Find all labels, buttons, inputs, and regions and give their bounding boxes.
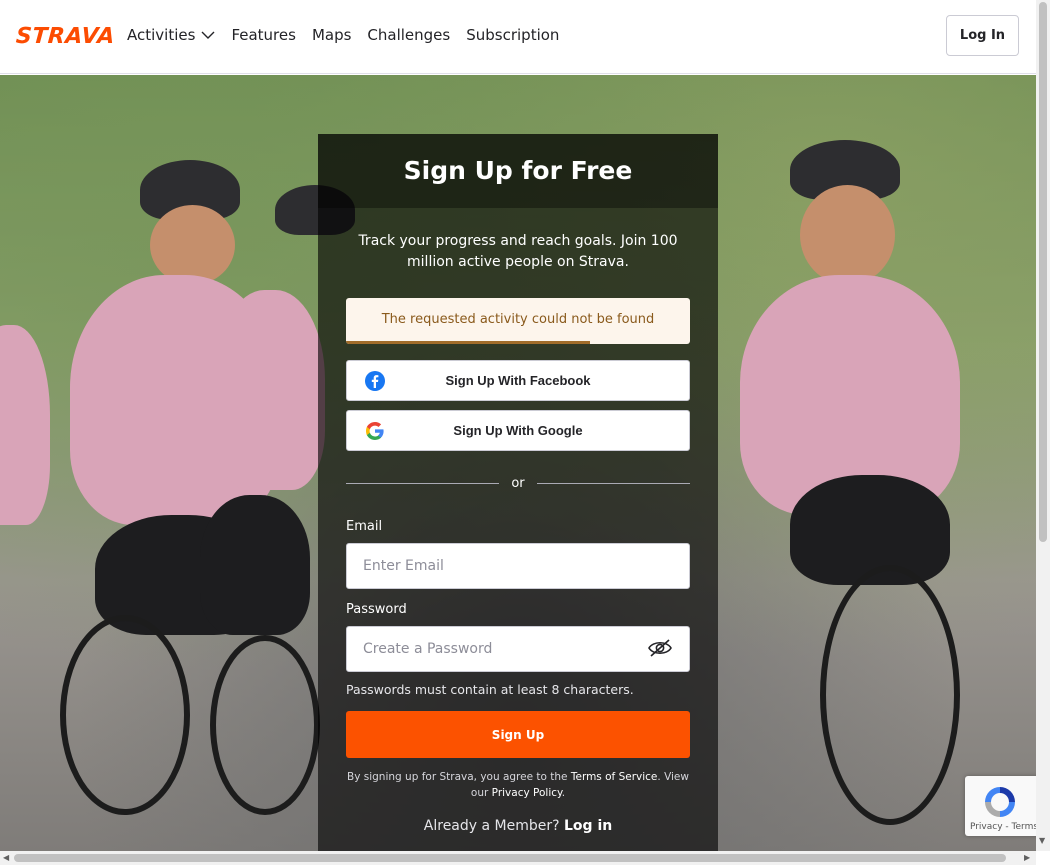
password-hint: Passwords must contain at least 8 charac… (346, 682, 634, 697)
google-signup-label: Sign Up With Google (453, 423, 583, 438)
signup-title: Sign Up for Free (318, 134, 718, 208)
email-field[interactable] (346, 543, 690, 589)
header-login-button[interactable]: Log In (946, 15, 1019, 56)
main-nav: Activities Features Maps Challenges Subs… (127, 24, 575, 46)
horizontal-scrollbar[interactable]: ◀ ▶ (0, 851, 1036, 865)
error-alert-text: The requested activity could not be foun… (381, 312, 655, 327)
signup-tagline: Track your progress and reach goals. Joi… (358, 233, 678, 270)
password-label: Password (346, 602, 407, 617)
nav-item-maps[interactable]: Maps (312, 24, 351, 46)
facebook-icon (365, 371, 385, 391)
terms-link[interactable]: Terms of Service (571, 771, 658, 783)
rider-face (800, 185, 895, 285)
rider-face (150, 205, 235, 285)
error-alert: The requested activity could not be foun… (346, 298, 690, 344)
login-link[interactable]: Log in (564, 818, 612, 834)
top-nav-bar: STRAVA Activities Features Maps Challeng… (0, 0, 1036, 74)
recaptcha-privacy-link[interactable]: Privacy (970, 822, 1003, 832)
facebook-signup-button[interactable]: Sign Up With Facebook (346, 360, 690, 401)
email-label: Email (346, 519, 383, 534)
chevron-down-icon (201, 31, 215, 39)
nav-item-challenges[interactable]: Challenges (367, 24, 450, 46)
nav-item-label: Features (231, 26, 296, 44)
already-member: Already a Member? Log in (318, 818, 718, 834)
google-signup-button[interactable]: Sign Up With Google (346, 410, 690, 451)
legal-text: By signing up for Strava, you agree to t… (346, 769, 690, 801)
recaptcha-links: Privacy - Terms (969, 822, 1039, 832)
password-field[interactable] (346, 626, 690, 672)
vertical-scroll-thumb[interactable] (1039, 2, 1047, 542)
recaptcha-terms-link[interactable]: Terms (1012, 822, 1039, 832)
nav-item-label: Maps (311, 26, 352, 44)
scroll-left-arrow-icon[interactable]: ◀ (3, 853, 9, 862)
rider-shorts (200, 495, 310, 635)
scroll-right-arrow-icon[interactable]: ▶ (1024, 853, 1030, 862)
or-divider: or (346, 474, 690, 494)
nav-item-label: Challenges (367, 26, 451, 44)
signup-button[interactable]: Sign Up (346, 711, 690, 758)
rider-jersey (0, 325, 50, 525)
legal-suffix: . (561, 787, 566, 799)
bike-wheel (60, 615, 190, 815)
nav-item-label: Subscription (466, 26, 560, 44)
rider-shorts (790, 475, 950, 585)
scroll-down-arrow-icon[interactable]: ▼ (1039, 836, 1045, 845)
google-icon (366, 422, 384, 440)
nav-item-label: Activities (127, 26, 196, 44)
strava-logo[interactable]: STRAVA (15, 24, 116, 49)
divider-line (537, 483, 690, 484)
bike-wheel (820, 565, 960, 825)
legal-prefix: By signing up for Strava, you agree to t… (347, 771, 568, 783)
eye-slash-icon[interactable] (647, 638, 673, 658)
horizontal-scroll-thumb[interactable] (14, 854, 1006, 862)
vertical-scrollbar[interactable]: ▼ (1036, 0, 1050, 851)
already-member-text: Already a Member? (423, 818, 560, 834)
bike-wheel (210, 635, 320, 815)
recaptcha-icon (985, 787, 1015, 817)
nav-item-features[interactable]: Features (231, 24, 296, 46)
rider-jersey (215, 290, 325, 490)
privacy-link[interactable]: Privacy Policy (492, 787, 562, 799)
recaptcha-separator: - (1005, 822, 1009, 832)
facebook-signup-label: Sign Up With Facebook (445, 373, 591, 388)
signup-card: Sign Up for Free Track your progress and… (318, 134, 718, 865)
nav-item-subscription[interactable]: Subscription (466, 24, 559, 46)
alert-timer-bar (346, 341, 591, 344)
nav-item-activities[interactable]: Activities (127, 24, 215, 46)
